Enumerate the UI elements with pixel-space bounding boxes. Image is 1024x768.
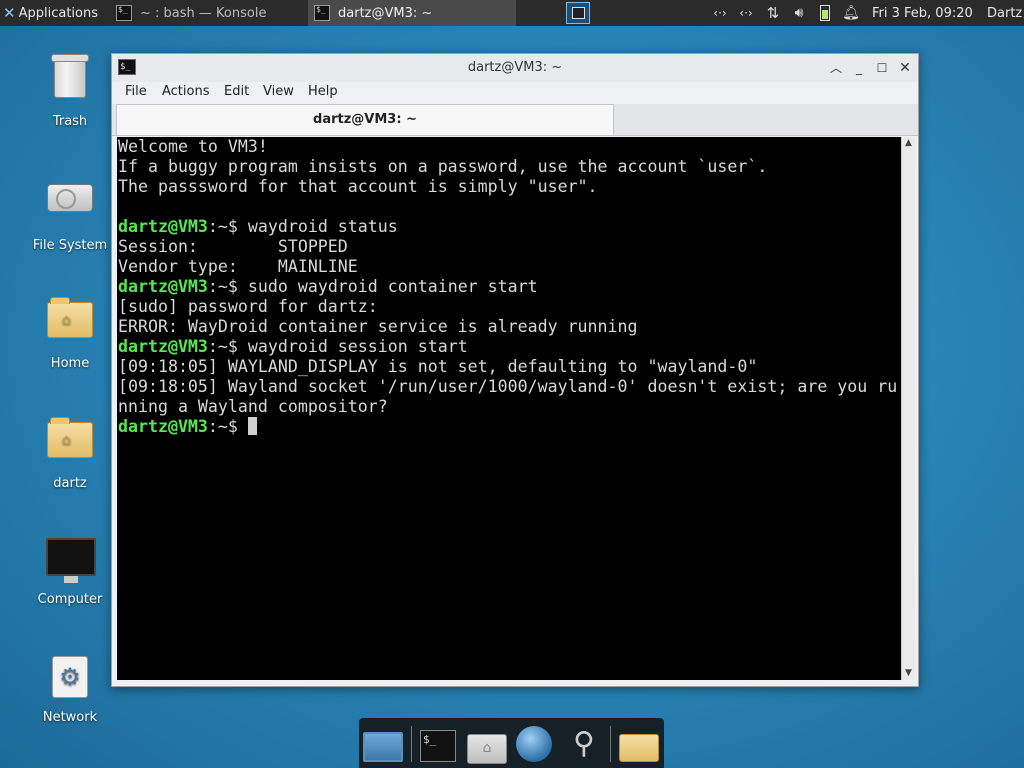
drive-icon bbox=[46, 184, 94, 232]
command-text: waydroid status bbox=[237, 217, 398, 236]
terminal-command-line: dartz@VM3:~$ bbox=[117, 417, 901, 437]
menu-bar: File Actions Edit View Help bbox=[112, 82, 918, 104]
task-label: ~ : bash — Konsole bbox=[140, 5, 267, 21]
terminal-line: [09:18:05] WAYLAND_DISPLAY is not set, d… bbox=[118, 357, 758, 376]
battery-icon[interactable] bbox=[816, 0, 834, 26]
network-icon[interactable]: ‹·› bbox=[736, 0, 756, 26]
terminal-line: ERROR: WayDroid container service is alr… bbox=[118, 317, 638, 336]
terminal-icon[interactable]: $_ bbox=[420, 726, 460, 764]
notification-bell-icon[interactable]: 🔔︎ bbox=[842, 0, 860, 26]
desktop-icon-computer[interactable]: Computer bbox=[15, 532, 125, 607]
prompt-path: :~$ bbox=[207, 217, 238, 236]
keep-above-button[interactable]: ︿ bbox=[828, 60, 844, 76]
clock[interactable]: Fri 3 Feb, 09:20 bbox=[872, 0, 973, 26]
menu-view[interactable]: View bbox=[263, 84, 294, 99]
dock-separator bbox=[610, 726, 611, 762]
scroll-up-icon[interactable]: ▲ bbox=[902, 137, 915, 150]
search-icon[interactable]: ⚲ bbox=[564, 726, 604, 764]
network-icon[interactable]: ‹·› bbox=[710, 0, 730, 26]
workspace-thumbnail[interactable] bbox=[566, 2, 590, 24]
prompt-path: :~$ bbox=[207, 277, 238, 296]
applications-menu[interactable]: ✕ Applications bbox=[0, 0, 109, 26]
menu-edit[interactable]: Edit bbox=[224, 84, 249, 99]
monitor-icon bbox=[46, 538, 96, 586]
maximize-button[interactable]: ☐ bbox=[874, 60, 890, 76]
terminal-line: [sudo] password for dartz: bbox=[118, 297, 378, 316]
xfce-logo-icon: ✕ bbox=[3, 4, 16, 22]
scroll-down-icon[interactable]: ▼ bbox=[902, 667, 915, 680]
desktop-icon-label: Network bbox=[42, 710, 98, 725]
menu-file[interactable]: File bbox=[125, 84, 147, 99]
desktop-icon-label: File System bbox=[32, 238, 108, 253]
menu-help[interactable]: Help bbox=[308, 84, 338, 99]
show-desktop-icon[interactable] bbox=[363, 726, 403, 764]
task-label: dartz@VM3: ~ bbox=[338, 5, 433, 21]
terminal-command-line: dartz@VM3:~$ waydroid status bbox=[117, 217, 901, 237]
prompt-user: dartz@VM3 bbox=[118, 217, 208, 236]
volume-icon[interactable]: 🔊︎ bbox=[789, 0, 809, 26]
terminal-line: The passsword for that account is simply… bbox=[118, 177, 598, 196]
prompt-path: :~$ bbox=[207, 417, 238, 436]
command-text bbox=[238, 417, 248, 436]
desktop-icon-label: Computer bbox=[37, 592, 103, 607]
close-button[interactable]: ✕ bbox=[897, 60, 913, 76]
desktop-icon-filesystem[interactable]: File System bbox=[15, 172, 125, 253]
terminal-icon bbox=[116, 5, 132, 21]
web-browser-icon[interactable] bbox=[516, 726, 556, 764]
window-title: dartz@VM3: ~ bbox=[467, 60, 563, 75]
terminal-line: nning a Wayland compositor? bbox=[118, 397, 388, 416]
terminal-line: Session: STOPPED bbox=[118, 237, 348, 256]
tab-terminal[interactable]: dartz@VM3: ~ bbox=[116, 104, 614, 135]
terminal-icon bbox=[314, 5, 330, 21]
terminal-scrollbar[interactable]: ▲ ▼ bbox=[901, 137, 915, 680]
terminal-cursor bbox=[247, 417, 257, 435]
transfer-icon[interactable]: ⇅ bbox=[763, 0, 783, 26]
terminal-command-line: dartz@VM3:~$ sudo waydroid container sta… bbox=[117, 277, 901, 297]
top-panel: ✕ Applications ~ : bash — Konsole dartz@… bbox=[0, 0, 1024, 26]
terminal-line: If a buggy program insists on a password… bbox=[118, 157, 768, 176]
tab-bar: dartz@VM3: ~ bbox=[112, 104, 918, 136]
home-folder-icon: ⌂ bbox=[46, 297, 94, 350]
desktop-icon-home[interactable]: ⌂ Home bbox=[15, 292, 125, 371]
terminal-line: [09:18:05] Wayland socket '/run/user/100… bbox=[118, 377, 898, 396]
trash-icon bbox=[46, 54, 94, 108]
desktop-icon-label: Trash bbox=[52, 114, 88, 129]
terminal-line: Welcome to VM3! bbox=[118, 137, 268, 156]
taskbar-konsole[interactable]: ~ : bash — Konsole bbox=[110, 0, 311, 26]
applications-label: Applications bbox=[18, 5, 98, 21]
taskbar-terminal-active[interactable]: dartz@VM3: ~ bbox=[308, 0, 516, 26]
desktop-icon-trash[interactable]: Trash bbox=[15, 52, 125, 129]
prompt-path: :~$ bbox=[207, 337, 238, 356]
command-text: waydroid session start bbox=[237, 337, 468, 356]
network-settings-icon: ⚙ bbox=[46, 656, 94, 704]
window-titlebar[interactable]: $_ dartz@VM3: ~ ︿ _ ☐ ✕ bbox=[112, 54, 918, 83]
dock-separator bbox=[411, 726, 412, 762]
menu-actions[interactable]: Actions bbox=[162, 84, 210, 99]
prompt-user: dartz@VM3 bbox=[118, 417, 208, 436]
home-folder-icon[interactable]: ⌂ bbox=[467, 726, 507, 764]
desktop-icon-dartz[interactable]: ⌂ dartz bbox=[15, 412, 125, 491]
dock-panel: $_ ⌂ ⚲ bbox=[359, 718, 664, 768]
terminal-line: Vendor type: MAINLINE bbox=[118, 257, 358, 276]
user-menu[interactable]: Dartz bbox=[987, 0, 1022, 26]
desktop-icon-label: dartz bbox=[53, 476, 87, 491]
prompt-user: dartz@VM3 bbox=[118, 277, 208, 296]
minimize-button[interactable]: _ bbox=[851, 60, 867, 76]
terminal-output[interactable]: Welcome to VM3! If a buggy program insis… bbox=[117, 137, 901, 680]
desktop-icon-label: Home bbox=[50, 356, 90, 371]
home-folder-icon: ⌂ bbox=[46, 417, 94, 470]
desktop-icon-network[interactable]: ⚙ Network bbox=[15, 652, 125, 725]
terminal-command-line: dartz@VM3:~$ waydroid session start bbox=[117, 337, 901, 357]
workspace-switcher[interactable] bbox=[564, 0, 592, 26]
folder-icon[interactable] bbox=[619, 726, 659, 764]
command-text: sudo waydroid container start bbox=[237, 277, 538, 296]
terminal-window: $_ dartz@VM3: ~ ︿ _ ☐ ✕ File Actions Edi… bbox=[111, 53, 919, 687]
prompt-user: dartz@VM3 bbox=[118, 337, 208, 356]
